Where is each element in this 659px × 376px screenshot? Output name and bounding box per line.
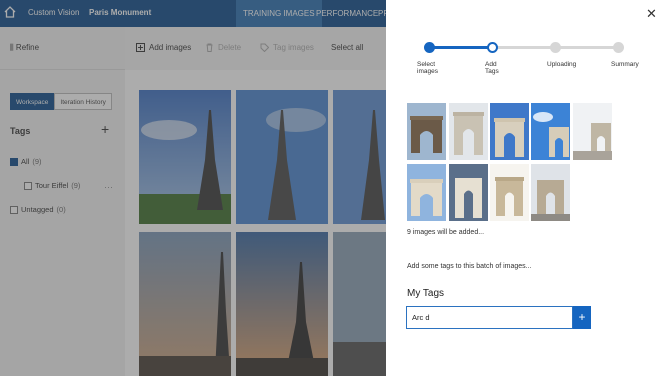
plus-icon: + (578, 310, 586, 324)
my-tags-label: My Tags (407, 288, 445, 299)
image-thumbnail (407, 103, 446, 160)
image-thumbnail (449, 164, 488, 221)
step-dot-summary (613, 42, 624, 53)
step-dot-select-images (424, 42, 435, 53)
step-dot-add-tags (487, 42, 498, 53)
step-label-add-tags: Add Tags (485, 61, 499, 75)
images-count-text: 9 images will be added... (407, 229, 485, 236)
image-thumbnail (490, 164, 529, 221)
step-label-summary: Summary (611, 61, 639, 68)
step-track-done (430, 46, 492, 49)
tag-input-group: + (406, 306, 591, 329)
image-thumbnail (531, 103, 570, 160)
tags-instruction: Add some tags to this batch of images... (407, 263, 532, 270)
step-label-uploading: Uploading (547, 61, 577, 68)
close-icon[interactable]: ✕ (646, 6, 657, 22)
step-dot-uploading (550, 42, 561, 53)
image-thumbnail (490, 103, 529, 160)
image-thumbnail (407, 164, 446, 221)
app-root: Custom Vision Paris Monument TRAINING IM… (0, 0, 659, 376)
step-label-select-images: Select images (417, 61, 438, 75)
add-tag-button[interactable]: + (573, 306, 591, 329)
image-thumbnail (449, 103, 488, 160)
image-thumbnail (573, 103, 612, 160)
tag-input[interactable] (406, 306, 573, 329)
image-thumbnail (531, 164, 570, 221)
